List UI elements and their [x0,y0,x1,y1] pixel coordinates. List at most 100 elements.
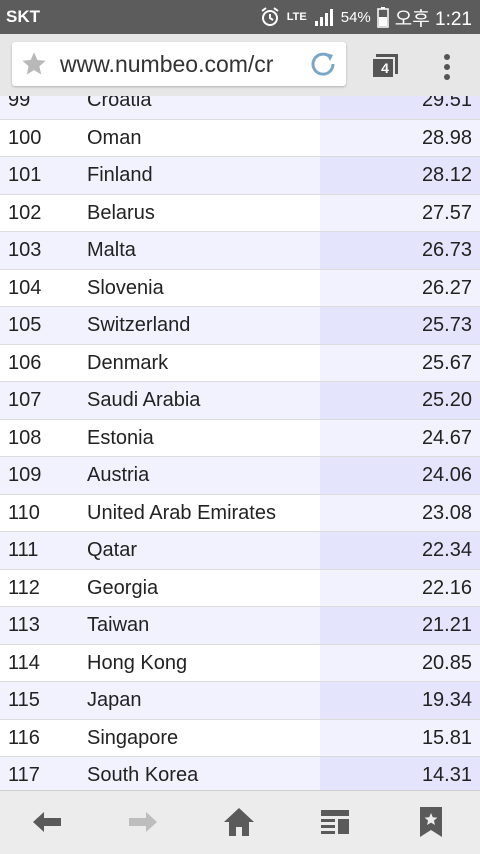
table-row: 109 Austria 24.06 [0,457,480,495]
rank-cell: 108 [8,426,42,449]
index-value: 25.20 [421,389,472,411]
ranking-table: 99 Croatia 29.51 100 Oman 28.98 101 Finland 28.1… [0,96,480,790]
overflow-menu-button[interactable] [440,52,454,82]
rank-cell: 112 [8,576,40,599]
index-value: 27.57 [421,201,472,224]
index-value: 23.08 [421,501,472,524]
table-row: 108 Estonia 24.67 [0,419,480,457]
country-cell[interactable]: Finland [87,164,153,187]
country-cell[interactable]: Denmark [87,352,168,375]
rank-cell: 101 [8,164,42,186]
index-value: 28.12 [421,164,472,186]
country-cell[interactable]: Switzerland [87,314,190,337]
index-value: 24.06 [421,464,472,486]
table-row: 112 Georgia 22.16 [0,569,480,607]
index-value: 28.98 [421,126,472,149]
status-icons: LTE 54% 오후 1:21 [259,4,472,30]
rank-cell: 116 [8,726,40,749]
forward-icon[interactable] [126,805,160,839]
country-cell[interactable]: United Arab Emirates [87,502,276,525]
country-cell[interactable]: Georgia [87,577,158,600]
table-row: 101 Finland 28.12 [0,157,480,195]
index-value: 26.27 [421,276,472,299]
status-bar: SKT LTE 54% 오후 1:21 [0,0,480,34]
table-row: 103 Malta 26.73 [0,232,480,270]
table-row: 111 Qatar 22.34 [0,532,480,570]
url-field[interactable]: www.numbeo.com/cr [12,42,346,86]
rank-cell: 111 [8,539,39,561]
clock: 오후 1:21 [394,8,472,30]
index-value: 25.67 [421,351,472,374]
rank-cell: 107 [8,389,42,411]
table-row: 115 Japan 19.34 [0,682,480,720]
index-value: 19.34 [421,689,472,711]
table-row: 110 United Arab Emirates 23.08 [0,494,480,532]
index-value: 14.31 [421,764,472,786]
country-cell[interactable]: Croatia [87,96,151,112]
bottom-navigation [0,790,480,854]
alarm-icon [261,7,279,26]
table-row: 105 Switzerland 25.73 [0,307,480,345]
index-value: 15.81 [421,726,472,749]
table-row: 113 Taiwan 21.21 [0,607,480,645]
country-cell[interactable]: Oman [87,127,141,150]
rank-cell: 104 [8,276,42,299]
rank-cell: 113 [8,614,40,636]
country-cell[interactable]: Estonia [87,427,154,450]
table-row: 114 Hong Kong 20.85 [0,644,480,682]
rank-cell: 110 [8,501,40,524]
rank-cell: 117 [8,764,40,786]
rank-cell: 105 [8,314,42,336]
home-icon[interactable] [222,805,256,839]
network-type: LTE [286,11,307,23]
tab-switcher-button[interactable]: 4 [370,52,400,80]
country-cell[interactable]: Malta [87,239,136,262]
rank-cell: 103 [8,239,42,261]
browser-toolbar: www.numbeo.com/cr 4 [0,34,480,96]
table-row: 100 Oman 28.98 [0,119,480,157]
table-body: 99 Croatia 29.51 100 Oman 28.98 101 Finland 28.1… [0,96,480,790]
index-value: 25.73 [421,314,472,336]
table-row: 116 Singapore 15.81 [0,719,480,757]
country-cell[interactable]: Taiwan [87,614,149,637]
back-icon[interactable] [30,805,64,839]
rank-cell: 114 [8,651,40,674]
rank-cell: 106 [8,351,42,374]
table-row: 107 Saudi Arabia 25.20 [0,382,480,420]
country-cell[interactable]: Belarus [87,202,155,225]
rank-cell: 99 [8,96,31,111]
url-text[interactable]: www.numbeo.com/cr [60,51,273,78]
signal-icon [314,9,333,26]
country-cell[interactable]: South Korea [87,764,198,787]
country-cell[interactable]: Austria [87,464,149,487]
reload-icon[interactable] [308,49,338,79]
table-row: 117 South Korea 14.31 [0,757,480,790]
table-row: 104 Slovenia 26.27 [0,269,480,307]
country-cell[interactable]: Qatar [87,539,137,562]
country-cell[interactable]: Japan [87,689,142,712]
country-cell[interactable]: Slovenia [87,277,164,300]
table-row: 102 Belarus 27.57 [0,194,480,232]
battery-icon [377,7,389,28]
bookmarks-icon[interactable] [414,805,448,839]
index-value: 21.21 [421,614,472,636]
rank-cell: 102 [8,201,42,224]
tab-count: 4 [381,60,389,76]
rank-cell: 100 [8,126,42,149]
index-value: 22.16 [421,576,472,599]
country-cell[interactable]: Hong Kong [87,652,187,675]
table-row: 99 Croatia 29.51 [0,96,480,120]
carrier-label: SKT [6,7,40,26]
index-value: 29.51 [421,96,472,111]
index-value: 24.67 [421,426,472,449]
index-value: 22.34 [421,539,472,561]
battery-percent: 54% [340,8,371,26]
reader-icon[interactable] [318,805,352,839]
star-icon[interactable] [20,50,48,78]
country-cell[interactable]: Saudi Arabia [87,389,200,412]
index-value: 26.73 [421,239,472,261]
table-row: 106 Denmark 25.67 [0,344,480,382]
more-vert-icon [444,54,450,80]
rank-cell: 115 [8,689,40,711]
country-cell[interactable]: Singapore [87,727,178,750]
